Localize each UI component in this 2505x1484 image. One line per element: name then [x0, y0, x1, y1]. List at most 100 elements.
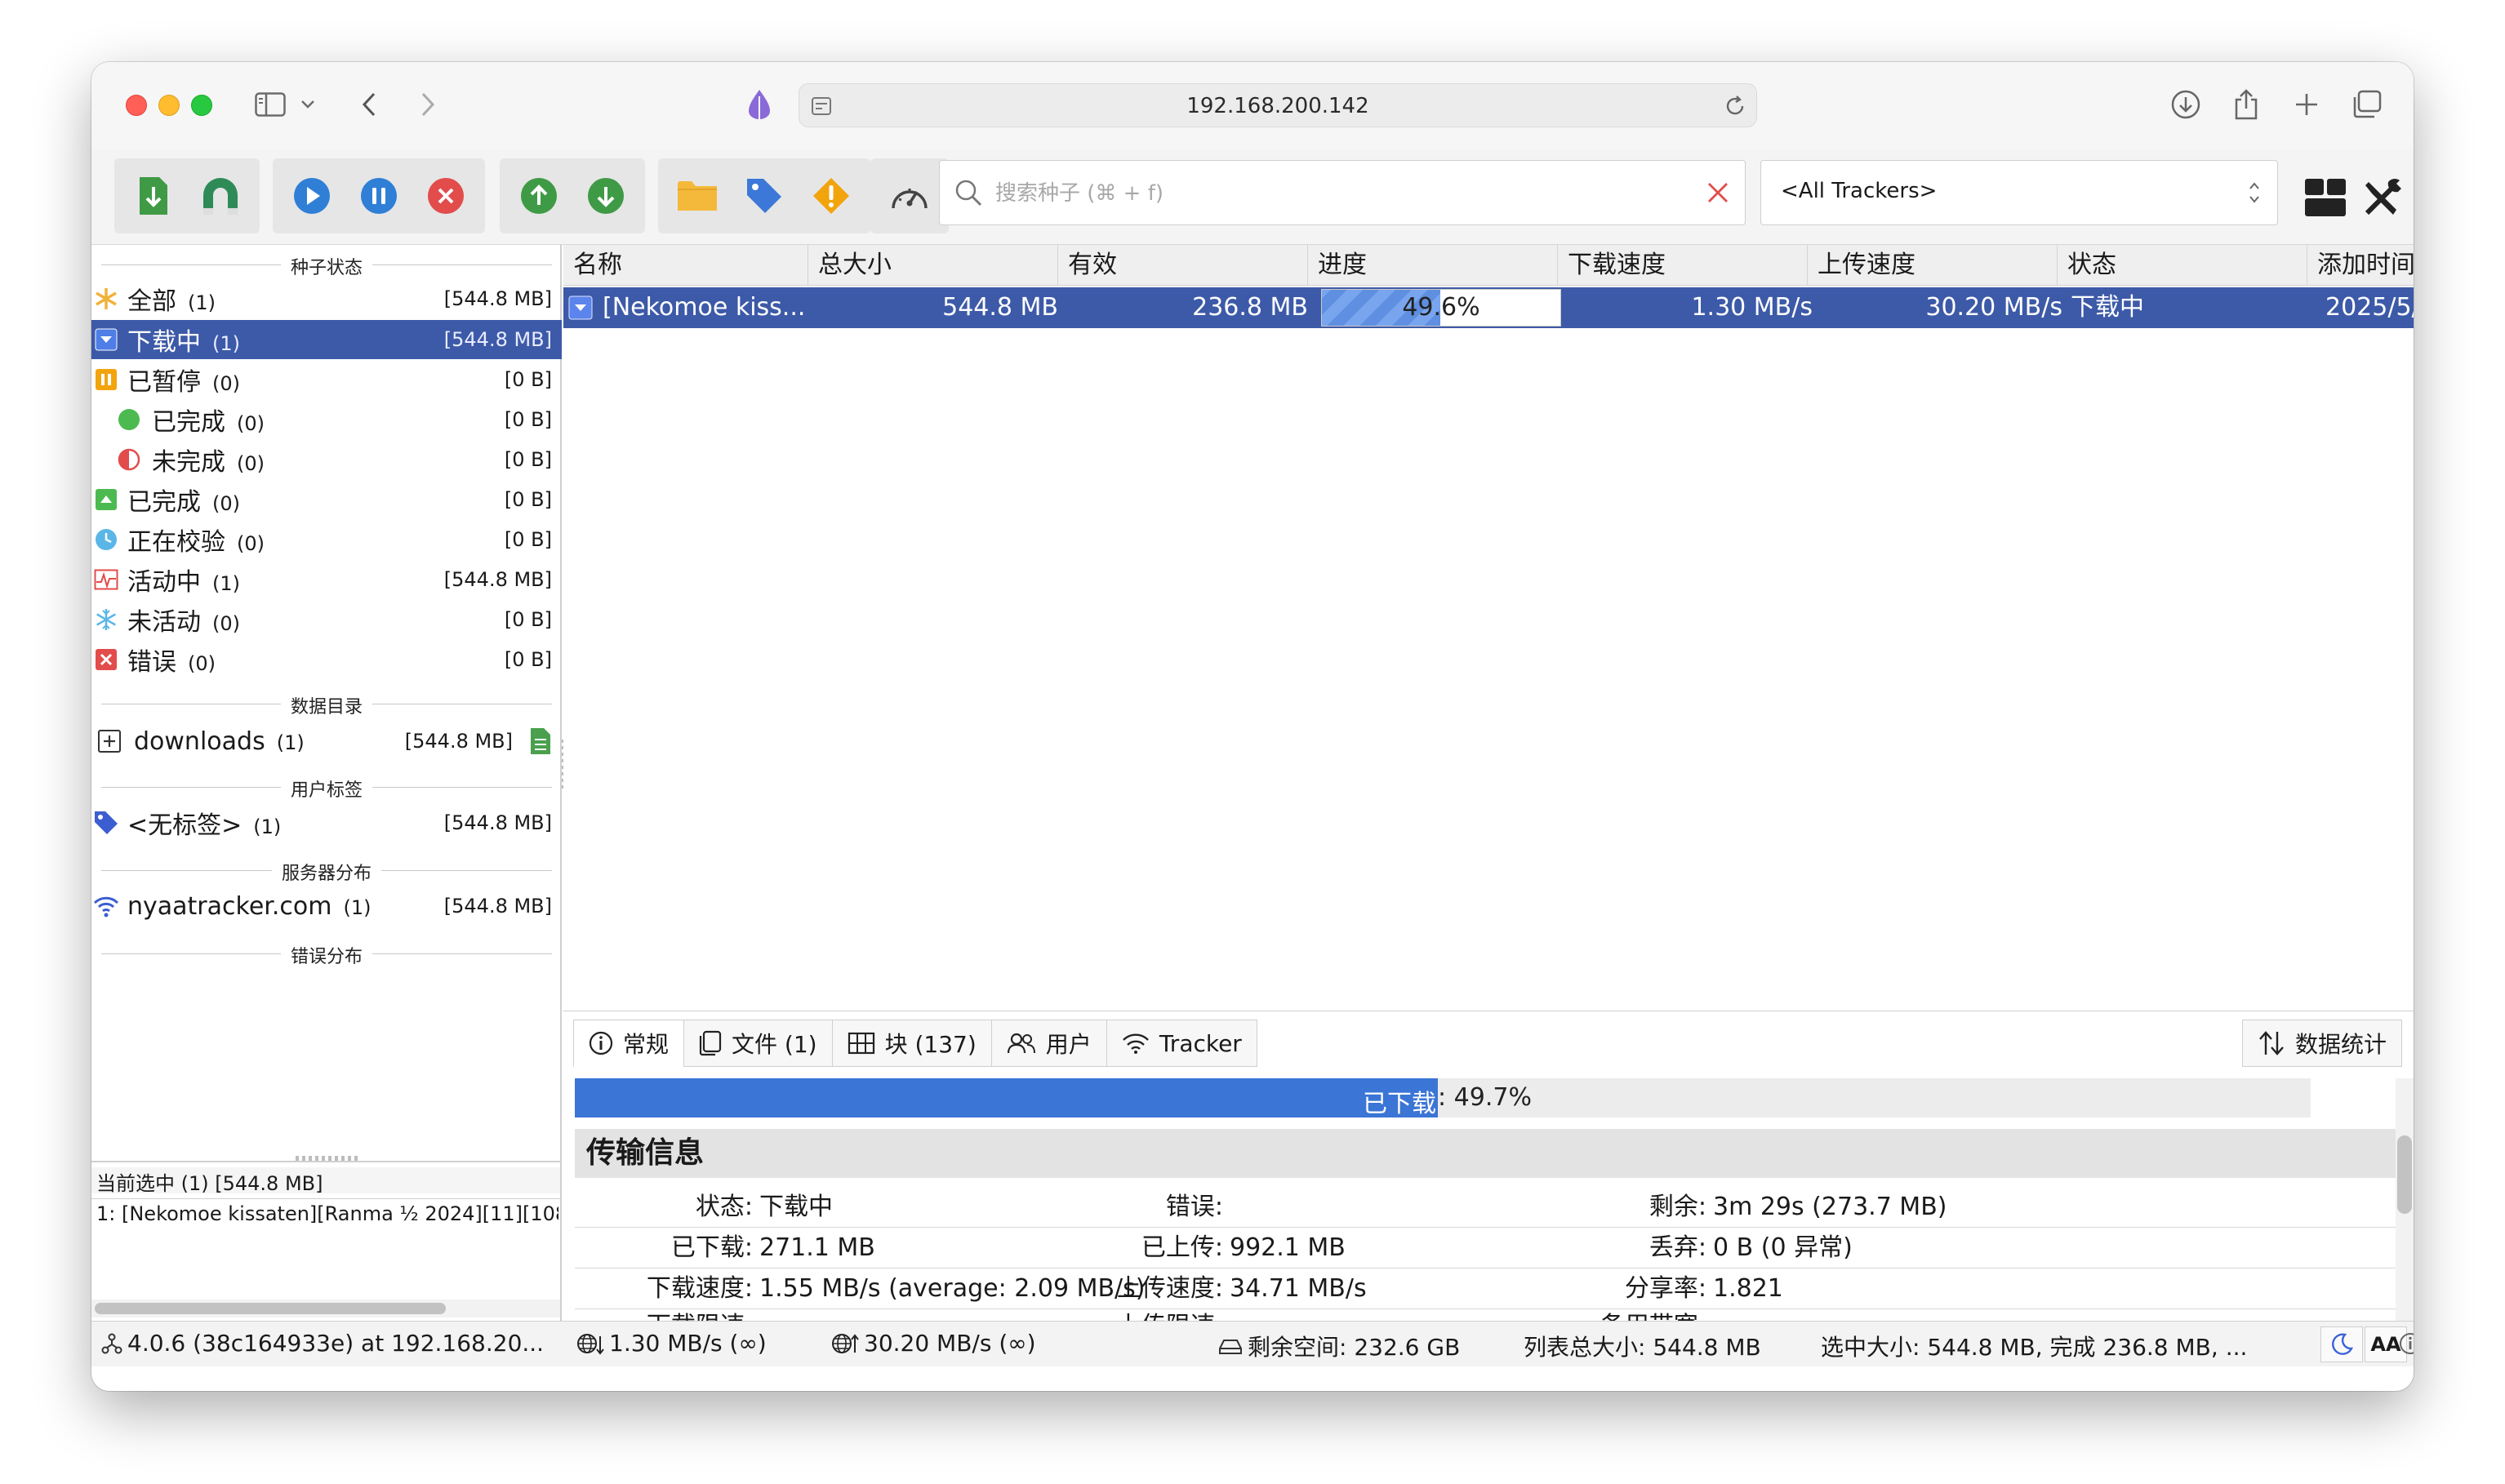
error-x-icon	[93, 646, 119, 673]
status-filter-completed[interactable]: 已完成 (0) [0 B]	[91, 480, 562, 519]
alt-speed-toggle[interactable]	[2320, 1326, 2363, 1362]
status-version: 4.0.6 (38c164933e) at 192.168.20...	[101, 1330, 544, 1357]
column-header-upspeed[interactable]: 上传速度	[1808, 245, 2058, 286]
tag-button[interactable]	[735, 167, 794, 225]
tab-overview-icon[interactable]	[2347, 85, 2387, 124]
filter-size: [0 B]	[504, 608, 552, 631]
column-header-wanted[interactable]: 有效	[1058, 245, 1308, 286]
filter-size: [0 B]	[504, 488, 552, 511]
move-down-button[interactable]	[576, 167, 635, 225]
downloaded-label: 已下载	[1363, 1090, 1436, 1118]
about-info-icon[interactable]	[2399, 1332, 2414, 1361]
options-button[interactable]	[2353, 168, 2412, 227]
forward-arrow-icon[interactable]	[412, 85, 444, 124]
tab-pieces[interactable]: 块 (137)	[831, 1020, 991, 1067]
tracker-filter-select[interactable]: <All Trackers>	[1760, 160, 2278, 225]
status-filter-incomplete[interactable]: 未完成 (0) [0 B]	[91, 440, 562, 479]
close-window-button[interactable]	[126, 95, 147, 116]
tracker-filter-nyaatracker[interactable]: nyaatracker.com (1) [544.8 MB]	[91, 886, 562, 926]
expand-plus-icon[interactable]	[96, 728, 122, 754]
download-icon[interactable]	[2165, 85, 2206, 124]
directory-filter-downloads[interactable]: downloads (1) [544.8 MB]	[91, 720, 562, 762]
status-up-speed[interactable]: 30.20 MB/s (∞)	[831, 1330, 1036, 1357]
filter-count: (1)	[188, 291, 216, 314]
column-header-name[interactable]: 名称	[563, 245, 808, 286]
status-filter-all[interactable]: 全部 (1) [544.8 MB]	[91, 279, 562, 318]
new-tab-icon[interactable]	[2286, 85, 2327, 124]
info-key: 已上传:	[1141, 1233, 1223, 1262]
add-magnet-link-button[interactable]	[191, 167, 250, 225]
search-input[interactable]	[995, 176, 1697, 211]
transfer-section-title: 传输信息	[575, 1129, 2409, 1178]
properties-tabs: 常规 文件 (1) 块 (137) 用户 Tracker	[573, 1020, 1257, 1067]
status-filter-paused[interactable]: 已暂停 (0) [0 B]	[91, 360, 562, 399]
cell-wanted: 236.8 MB	[1192, 293, 1308, 322]
status-filter-errored[interactable]: 错误 (0) [0 B]	[91, 640, 562, 679]
clear-search-icon[interactable]	[1706, 180, 1730, 205]
cell-size: 544.8 MB	[942, 293, 1058, 322]
scrollbar-thumb[interactable]	[95, 1303, 446, 1314]
column-header-size[interactable]: 总大小	[808, 245, 1058, 286]
dl-speed-text: 1.30 MB/s (∞)	[609, 1330, 767, 1357]
search-box[interactable]	[939, 160, 1746, 225]
statistics-button[interactable]: 数据统计	[2241, 1020, 2402, 1067]
table-row[interactable]: [Nekomoe kiss... 544.8 MB 236.8 MB 49.6%…	[563, 287, 2414, 328]
chevron-down-icon[interactable]	[296, 85, 320, 124]
tag-filter-untagged[interactable]: <无标签> (1) [544.8 MB]	[91, 803, 562, 842]
status-filter-downloading[interactable]: 下载中 (1) [544.8 MB]	[91, 320, 562, 359]
status-filter-active[interactable]: 活动中 (1) [544.8 MB]	[91, 560, 562, 599]
zoom-window-button[interactable]	[191, 95, 212, 116]
info-field: 丢弃: 0 B (0 异常)	[1511, 1229, 1853, 1268]
status-filter-completed-sub[interactable]: 已完成 (0) [0 B]	[91, 400, 562, 439]
back-arrow-icon[interactable]	[353, 85, 385, 124]
filter-label: 正在校验	[127, 528, 225, 557]
status-dl-speed[interactable]: 1.30 MB/s (∞)	[576, 1330, 767, 1357]
info-field: 状态: 下载中	[557, 1188, 833, 1227]
filter-label: 下载中	[127, 328, 201, 357]
tab-trackers[interactable]: Tracker	[1106, 1020, 1257, 1067]
filters-sidebar: 种子状态 全部 (1) [544.8 MB] 下载中 (1) [544.8 MB] …	[91, 245, 562, 1321]
set-location-folder-button[interactable]	[668, 167, 727, 225]
address-bar[interactable]: 192.168.200.142	[799, 83, 1757, 127]
info-key: 已下载:	[670, 1233, 753, 1262]
minimize-window-button[interactable]	[158, 95, 180, 116]
green-circle-icon	[116, 407, 142, 433]
filter-size: [544.8 MB]	[404, 730, 513, 753]
add-torrent-file-button[interactable]	[124, 167, 183, 225]
resume-button[interactable]	[283, 167, 341, 225]
info-field: 已下载: 271.1 MB	[557, 1229, 875, 1268]
tab-general[interactable]: 常规	[573, 1020, 684, 1067]
selection-list-item[interactable]: 1: [Nekomoe kissaten][Ranma ½ 2024][11][…	[96, 1202, 558, 1225]
move-up-button[interactable]	[509, 167, 568, 225]
status-list-total: 列表总大小: 544.8 MB	[1524, 1334, 1761, 1361]
speed-limits-gauge-button[interactable]	[880, 167, 939, 225]
status-filter-inactive[interactable]: 未活动 (0) [0 B]	[91, 600, 562, 639]
tools-icon	[2365, 179, 2401, 215]
filter-label: 未完成	[152, 448, 225, 477]
scrollbar-thumb[interactable]	[2397, 1135, 2412, 1214]
tab-label: 文件 (1)	[732, 1031, 817, 1058]
info-field: 分享率: 1.821	[1511, 1269, 1783, 1308]
tab-files[interactable]: 文件 (1)	[683, 1020, 832, 1067]
reload-icon[interactable]	[1724, 95, 1746, 118]
column-header-state[interactable]: 状态	[2058, 245, 2307, 286]
tab-peers[interactable]: 用户	[990, 1020, 1106, 1067]
globe-up-icon	[832, 1333, 859, 1353]
info-field: 上传速度: 34.71 MB/s	[1027, 1269, 1367, 1308]
delete-button[interactable]	[416, 167, 475, 225]
properties-vscrollbar[interactable]	[2396, 1078, 2414, 1322]
column-header-added[interactable]: 添加时间	[2307, 245, 2414, 286]
filter-size: [544.8 MB]	[443, 568, 552, 591]
sidebar-toggle-icon[interactable]	[250, 85, 291, 124]
column-header-dlspeed[interactable]: 下载速度	[1558, 245, 1808, 286]
sidebar-hscrollbar[interactable]	[91, 1300, 560, 1317]
filter-count: (0)	[212, 492, 240, 515]
pause-button[interactable]	[349, 167, 408, 225]
share-icon[interactable]	[2226, 85, 2267, 124]
status-filter-checking[interactable]: 正在校验 (0) [0 B]	[91, 520, 562, 559]
warning-button[interactable]	[802, 167, 861, 225]
column-header-progress[interactable]: 进度	[1308, 245, 1558, 286]
divider	[575, 1227, 2409, 1228]
browser-titlebar: 192.168.200.142	[91, 62, 2414, 150]
layout-toggle-button[interactable]	[2296, 168, 2355, 227]
